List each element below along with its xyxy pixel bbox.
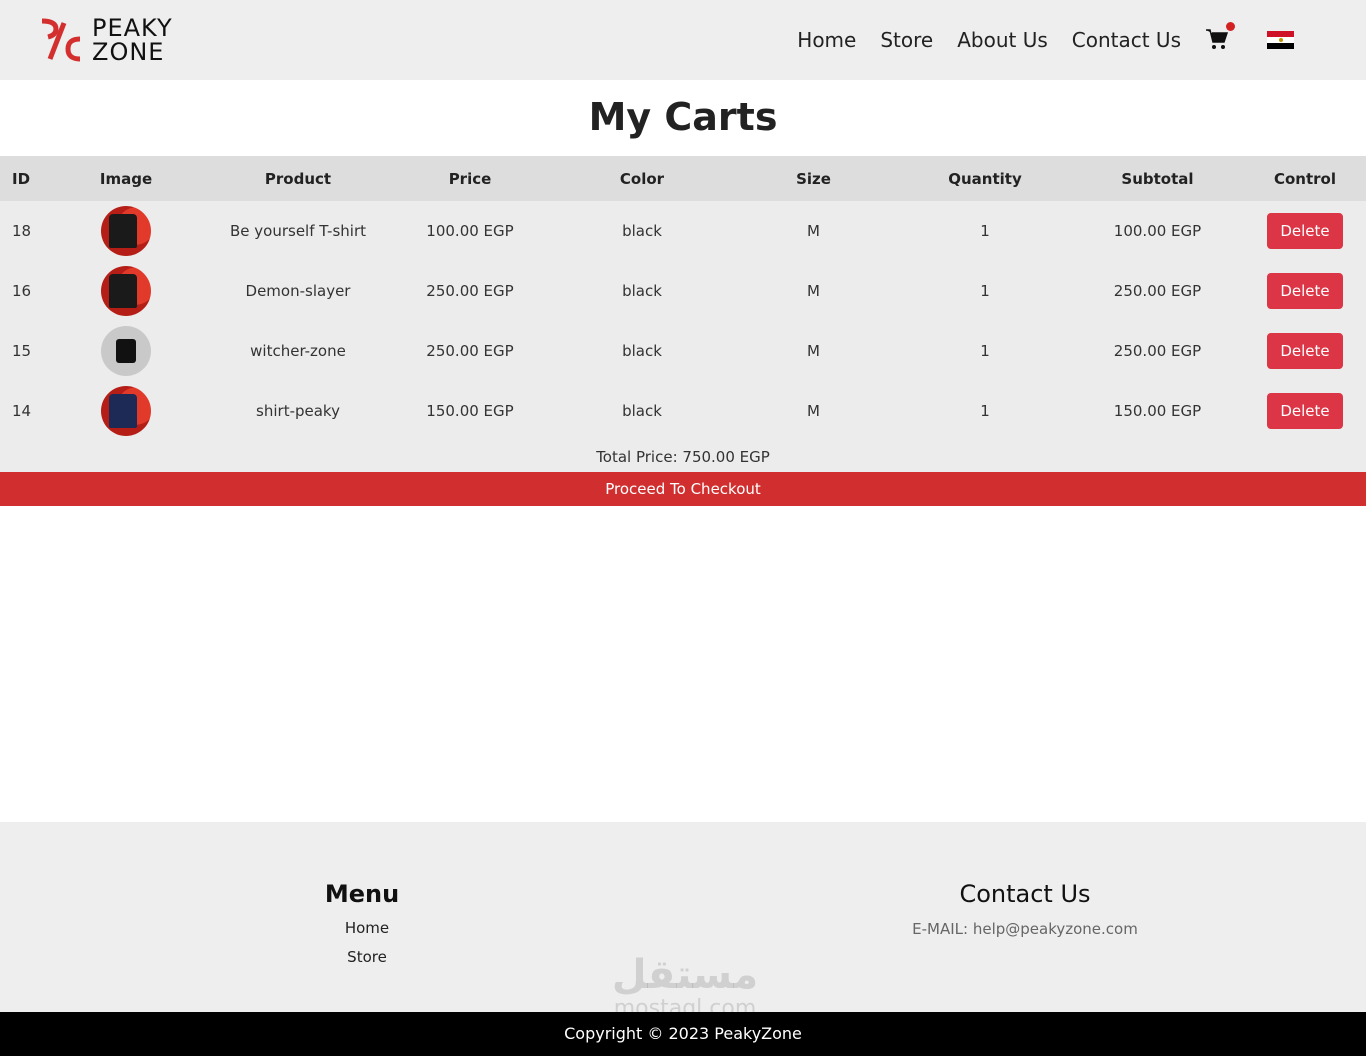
watermark: مستقل mostaql.com [600, 952, 770, 1020]
cell-product: shirt-peaky [256, 402, 340, 420]
main-nav: Home Store About Us Contact Us [797, 22, 1294, 53]
cell-product: witcher-zone [250, 342, 346, 360]
col-price: Price [448, 169, 492, 188]
site-header: PEAKY ZONE Home Store About Us Contact U… [0, 0, 1366, 80]
delete-button[interactable]: Delete [1267, 393, 1343, 429]
product-image [101, 266, 151, 316]
cell-color: black [622, 342, 662, 360]
cell-size: M [807, 222, 820, 240]
cell-color: black [622, 402, 662, 420]
cell-id: 16 [12, 282, 32, 300]
cell-price: 150.00 EGP [426, 402, 514, 420]
footer-contact-email[interactable]: E-MAIL: help@peakyzone.com [880, 920, 1170, 938]
cart-table: ID Image Product Price Color Size Quanti… [0, 156, 1366, 441]
cell-subtotal: 250.00 EGP [1113, 282, 1202, 300]
table-row: 14 shirt-peaky 150.00 EGP black M 1 150.… [0, 381, 1366, 441]
col-size: Size [796, 169, 831, 188]
product-image [101, 386, 151, 436]
cell-size: M [807, 342, 820, 360]
total-price: Total Price: 750.00 EGP [0, 441, 1366, 472]
delete-button[interactable]: Delete [1267, 213, 1343, 249]
cell-color: black [622, 222, 662, 240]
footer-menu: Menu Home Store [290, 880, 434, 972]
egypt-flag-icon[interactable] [1267, 30, 1294, 50]
site-footer: Menu Home Store مستقل mostaql.com Contac… [0, 822, 1366, 1020]
footer-contact-title: Contact Us [959, 880, 1091, 908]
logo-line-2: ZONE [92, 38, 165, 66]
product-image [101, 206, 151, 256]
cell-id: 14 [12, 402, 32, 420]
cell-price: 250.00 EGP [426, 282, 514, 300]
cell-quantity: 1 [980, 342, 990, 360]
checkout-button[interactable]: Proceed To Checkout [0, 472, 1366, 506]
nav-contact-us[interactable]: Contact Us [1072, 28, 1181, 52]
logo-mark-icon [41, 18, 81, 62]
cell-quantity: 1 [980, 402, 990, 420]
cell-product: Be yourself T-shirt [229, 222, 366, 240]
watermark-arabic: مستقل [611, 952, 759, 998]
cell-size: M [807, 282, 820, 300]
col-control: Control [1273, 169, 1336, 188]
cell-subtotal: 250.00 EGP [1113, 342, 1202, 360]
cell-subtotal: 150.00 EGP [1113, 402, 1202, 420]
footer-contact: Contact Us E-MAIL: help@peakyzone.com [880, 880, 1170, 938]
col-id: ID [12, 169, 31, 188]
col-product: Product [264, 169, 332, 188]
nav-store[interactable]: Store [880, 28, 933, 52]
cell-product: Demon-slayer [245, 282, 351, 300]
cell-subtotal: 100.00 EGP [1113, 222, 1202, 240]
cell-id: 18 [12, 222, 32, 240]
copyright-bar: Copyright © 2023 PeakyZone [0, 1012, 1366, 1056]
col-image: Image [99, 169, 153, 188]
cell-price: 250.00 EGP [426, 342, 514, 360]
nav-about-us[interactable]: About Us [957, 28, 1048, 52]
cell-quantity: 1 [980, 282, 990, 300]
cell-id: 15 [12, 342, 32, 360]
table-row: 16 Demon-slayer 250.00 EGP black M 1 250… [0, 261, 1366, 321]
table-header-row: ID Image Product Price Color Size Quanti… [0, 156, 1366, 201]
cell-quantity: 1 [980, 222, 990, 240]
footer-link-home[interactable]: Home [290, 914, 434, 943]
page-title: My Carts [588, 95, 778, 139]
cell-price: 100.00 EGP [426, 222, 514, 240]
cell-color: black [622, 282, 662, 300]
cart-icon [1206, 29, 1229, 49]
footer-menu-title: Menu [324, 880, 400, 908]
col-subtotal: Subtotal [1121, 169, 1194, 188]
table-row: 15 witcher-zone 250.00 EGP black M 1 250… [0, 321, 1366, 381]
cell-size: M [807, 402, 820, 420]
col-quantity: Quantity [948, 169, 1022, 188]
cart-button[interactable] [1205, 22, 1235, 53]
col-color: Color [619, 169, 665, 188]
delete-button[interactable]: Delete [1267, 273, 1343, 309]
nav-home[interactable]: Home [797, 28, 856, 52]
brand-logo[interactable]: PEAKY ZONE [38, 16, 173, 64]
logo-line-1: PEAKY [92, 14, 173, 42]
cart-badge-dot [1226, 22, 1235, 31]
table-row: 18 Be yourself T-shirt 100.00 EGP black … [0, 201, 1366, 261]
delete-button[interactable]: Delete [1267, 333, 1343, 369]
footer-link-store[interactable]: Store [290, 943, 434, 972]
logo-text: PEAKY ZONE [92, 16, 173, 64]
product-image [101, 326, 151, 376]
